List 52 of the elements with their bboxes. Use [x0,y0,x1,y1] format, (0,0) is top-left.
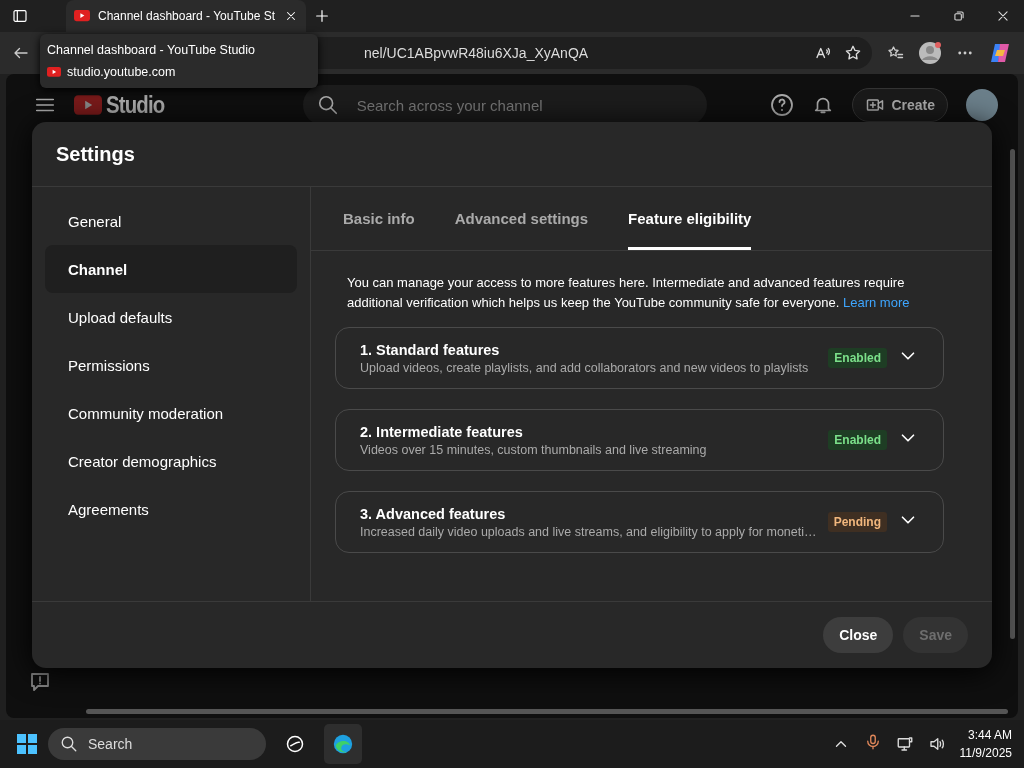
feature-title: 1. Standard features [360,341,501,358]
youtube-icon [47,67,61,77]
sidebar-item[interactable]: Creator demographics [45,437,297,485]
feature-description: Increased daily video uploads and live streams, and eligibility to apply for moneti… [360,524,818,539]
youtube-logo-icon [74,95,102,115]
edge-browser-icon[interactable] [332,733,354,755]
feature-description: Upload videos, create playlists, and add collaborators and new videos to playlists [360,360,810,375]
sidebar-item[interactable]: General [45,197,297,245]
studio-logo[interactable]: Studio [106,91,165,119]
close-icon[interactable] [284,9,298,23]
restore-icon[interactable] [952,9,966,23]
clock-time[interactable]: 3:44 AM [967,728,1012,742]
feature-card[interactable]: 1. Standard features Upload videos, create playlists, and add collaborators and new videos to playlists Enabled [335,327,944,389]
tab-actions-icon[interactable] [12,8,28,24]
status-badge: Pending [827,512,887,532]
feature-card[interactable]: 3. Advanced features Increased daily video uploads and live streams, and eligibility to apply for moneti… Pending [335,491,944,553]
sidebar-item[interactable]: Upload defaults [45,293,297,341]
search-icon[interactable] [316,94,339,116]
intro-text: You can manage your access to more features here. Intermediate and advanced features require additional verification which helps us keep the YouTube community safe for everyone. Learn more [347,274,911,312]
status-badge: Enabled [828,430,887,450]
tab[interactable]: Basic info [343,187,415,250]
profile-icon[interactable] [918,41,942,65]
volume-icon[interactable] [927,735,946,753]
search-icon [60,735,78,753]
taskbar-search[interactable]: Search [48,728,266,760]
sidebar-item[interactable]: Agreements [45,485,297,533]
learn-more-link[interactable]: Learn more [843,295,910,310]
close-button[interactable]: Close [823,617,894,653]
sidebar-item[interactable]: Permissions [45,341,297,389]
copilot-icon[interactable] [988,41,1012,65]
feature-description: Videos over 15 minutes, custom thumbnails and live streaming [360,442,708,457]
status-badge: Enabled [828,348,887,368]
help-icon[interactable] [770,93,795,117]
tab[interactable]: Feature eligibility [628,187,752,250]
new-tab-icon[interactable] [314,8,330,24]
tab[interactable]: Advanced settings [454,187,589,250]
feature-card[interactable]: 2. Intermediate features Videos over 15 minutes, custom thumbnails and live streaming Enabled [335,409,944,471]
youtube-icon [74,10,90,22]
feature-title: 3. Advanced features [360,505,507,522]
close-icon[interactable] [996,9,1010,23]
dialog-title: Settings [56,142,135,166]
sidebar-item[interactable]: Channel [45,245,297,293]
create-button[interactable]: Create [852,88,948,122]
search-field[interactable]: Search across your channel [302,85,707,125]
sidebar-item[interactable]: Community moderation [45,389,297,437]
star-icon[interactable] [844,44,862,62]
clock-date[interactable]: 11/9/2025 [959,746,1012,760]
feature-title: 2. Intermediate features [360,423,524,440]
browser-tab[interactable]: Channel dashboard - YouTube St [66,0,306,32]
windows-start-icon[interactable] [16,733,38,755]
avatar[interactable] [966,89,998,121]
feedback-icon[interactable] [28,670,52,694]
